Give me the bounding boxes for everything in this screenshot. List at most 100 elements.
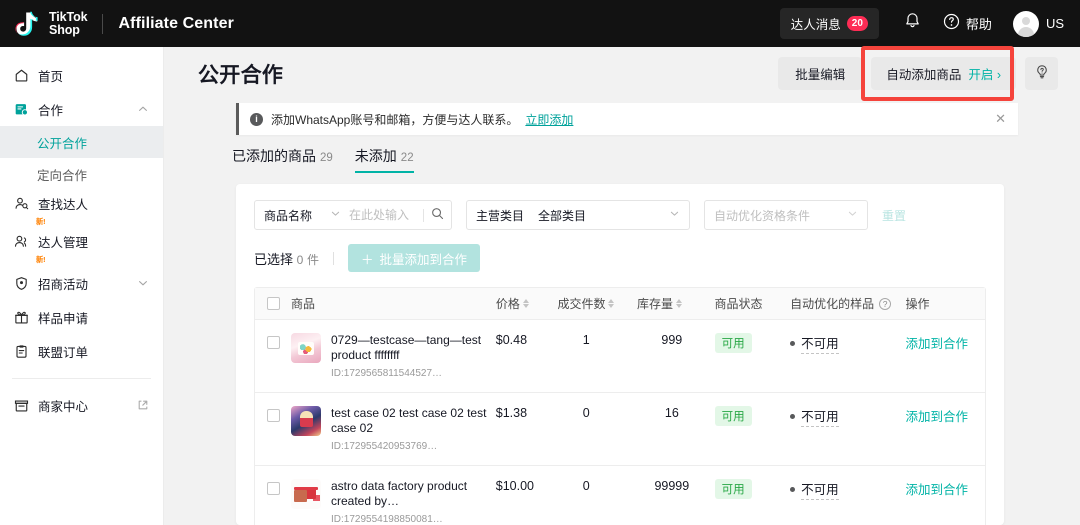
cell-action: 添加到合作 — [905, 479, 985, 498]
question-icon[interactable]: ? — [879, 297, 892, 310]
sidebar-item-find-creator[interactable]: 查找达人 新! — [0, 190, 163, 228]
row-checkbox[interactable] — [267, 409, 280, 422]
home-icon — [13, 67, 29, 83]
brand-logo[interactable]: TikTok Shop — [14, 10, 88, 38]
sidebar-item-collaboration[interactable]: 合作 — [0, 92, 163, 126]
bulk-add-to-collaboration-button[interactable]: ＋ 批量添加到合作 — [347, 244, 480, 272]
app-root: TikTok Shop Affiliate Center 达人消息 20 帮助 … — [0, 0, 1080, 525]
selection-divider — [332, 251, 334, 265]
cell-product: test case 02 test case 02 test case 02 I… — [291, 406, 496, 452]
product-id: ID:1729554198850081… — [331, 514, 443, 525]
gift-icon — [13, 309, 29, 325]
add-to-collaboration-link[interactable]: 添加到合作 — [905, 337, 968, 351]
tab-added-products[interactable]: 已添加的商品 29 — [232, 146, 333, 173]
whatsapp-banner-text: 添加WhatsApp账号和邮箱，方便与达人联系。 — [271, 112, 519, 127]
add-to-collaboration-link[interactable]: 添加到合作 — [905, 410, 968, 424]
row-checkbox[interactable] — [267, 482, 280, 495]
table-row: astro data factory product created by… I… — [255, 466, 985, 525]
table-row: 0729—testcase—tang—test product ffffffff… — [255, 320, 985, 393]
table-header-row: 商品 价格 成交件数 库存量 商品状态 自动优化的样品 ? 操作 — [255, 288, 985, 320]
creator-messages-button[interactable]: 达人消息 20 — [779, 8, 879, 39]
tiktok-logo-icon — [14, 10, 40, 38]
column-header-price-label: 价格 — [495, 297, 520, 311]
external-link-icon — [137, 399, 149, 411]
column-header-stock-label: 库存量 — [637, 297, 674, 311]
sidebar-item-open-collaboration[interactable]: 公开合作 — [0, 126, 163, 158]
notifications-button[interactable] — [893, 12, 932, 35]
sidebar-item-seller-center[interactable]: 商家中心 — [0, 388, 163, 422]
add-to-collaboration-link[interactable]: 添加到合作 — [905, 483, 968, 497]
help-button[interactable]: 帮助 — [932, 13, 1003, 35]
sidebar-item-sample-request[interactable]: 样品申请 — [0, 300, 163, 334]
creator-messages-label: 达人消息 — [790, 18, 841, 32]
brand-separator — [101, 13, 103, 34]
cell-sold: 1 — [582, 333, 590, 347]
sidebar: 首页 合作 公开合作 定向合作 查找达人 新! 达人管理 新! 招商活动 样品申… — [0, 47, 164, 525]
cell-price: $10.00 — [495, 479, 534, 493]
filter-bar: 商品名称 主营类目 全部类目 — [236, 184, 1004, 230]
sidebar-item-sample-request-label: 样品申请 — [38, 311, 89, 326]
select-all-checkbox[interactable] — [267, 297, 280, 310]
cell-status: 可用 — [714, 333, 791, 353]
cell-product: 0729—testcase—tang—test product ffffffff… — [291, 333, 496, 379]
sidebar-item-collaboration-label: 合作 — [38, 103, 64, 118]
clipboard-icon — [13, 343, 29, 359]
anime-art-thumbnail — [291, 406, 321, 436]
chevron-down-icon[interactable] — [669, 208, 680, 222]
whatsapp-banner: i 添加WhatsApp账号和邮箱，方便与达人联系。 立即添加 ✕ — [236, 103, 1018, 135]
top-bar: TikTok Shop Affiliate Center 达人消息 20 帮助 … — [0, 0, 1080, 47]
sidebar-item-targeted-collaboration[interactable]: 定向合作 — [0, 158, 163, 190]
reset-filters-link[interactable]: 重置 — [882, 207, 906, 224]
chevron-down-icon[interactable] — [847, 208, 858, 222]
column-header-price[interactable]: 价格 — [496, 295, 558, 312]
avatar — [1012, 10, 1039, 37]
search-icon[interactable] — [431, 207, 444, 223]
user-menu[interactable]: US — [1003, 10, 1064, 37]
sample-status: 不可用 — [801, 479, 839, 500]
product-name-filter[interactable]: 商品名称 — [254, 200, 452, 230]
column-header-sold[interactable]: 成交件数 — [557, 295, 637, 312]
row-checkbox[interactable] — [267, 336, 280, 349]
sidebar-item-creator-management[interactable]: 达人管理 新! — [0, 228, 163, 266]
product-name-filter-label: 商品名称 — [264, 208, 313, 223]
status-badge: 可用 — [714, 479, 752, 499]
whatsapp-banner-link[interactable]: 立即添加 — [525, 111, 573, 128]
sidebar-item-seller-center-label: 商家中心 — [38, 399, 89, 414]
search-input[interactable] — [349, 208, 423, 222]
tab-not-added[interactable]: 未添加 22 — [354, 146, 414, 173]
cell-sold: 0 — [582, 406, 590, 420]
column-header-stock[interactable]: 库存量 — [637, 295, 715, 312]
auto-add-products-label: 自动添加商品 — [886, 68, 962, 82]
products-card: 商品名称 主营类目 全部类目 — [236, 184, 1004, 525]
sidebar-item-campaign-label: 招商活动 — [38, 277, 89, 292]
cell-product: astro data factory product created by… I… — [291, 479, 496, 525]
product-name: 0729—testcase—tang—test product ffffffff — [331, 333, 482, 362]
gift-box-thumbnail — [291, 479, 321, 509]
page-header: 公开合作 批量编辑 自动添加商品 开启 › — [164, 46, 1080, 101]
collab-icon — [13, 101, 29, 117]
auto-optimize-filter[interactable]: 自动优化资格条件 — [704, 200, 868, 230]
product-id: ID:1729565811544527… — [331, 368, 443, 379]
cell-action: 添加到合作 — [905, 333, 985, 352]
category-filter-value: 全部类目 — [538, 208, 587, 223]
sidebar-item-affiliate-orders[interactable]: 联盟订单 — [0, 334, 163, 368]
sidebar-item-home-label: 首页 — [38, 69, 64, 84]
sidebar-item-creator-management-tag: 新! — [36, 255, 46, 265]
sidebar-item-campaign[interactable]: 招商活动 — [0, 266, 163, 300]
product-name: astro data factory product created by… — [331, 479, 468, 508]
tab-added-products-count: 29 — [320, 152, 333, 164]
selection-count-text: 已选择 0 件 — [254, 249, 319, 268]
chevron-down-icon[interactable] — [330, 208, 341, 222]
close-icon[interactable]: ✕ — [995, 111, 1006, 127]
category-filter[interactable]: 主营类目 全部类目 — [466, 200, 690, 230]
top-bar-right: 达人消息 20 帮助 US — [779, 8, 1064, 39]
auto-add-products-button[interactable]: 自动添加商品 开启 › — [871, 57, 1016, 90]
chevron-down-icon — [137, 277, 149, 289]
sort-icon[interactable] — [522, 299, 529, 308]
tips-button[interactable] — [1025, 57, 1058, 90]
sort-icon[interactable] — [608, 299, 615, 308]
sidebar-item-find-creator-tag: 新! — [36, 217, 46, 227]
sidebar-item-home[interactable]: 首页 — [0, 58, 163, 92]
bulk-edit-button[interactable]: 批量编辑 — [778, 57, 863, 90]
sort-icon[interactable] — [676, 299, 683, 308]
